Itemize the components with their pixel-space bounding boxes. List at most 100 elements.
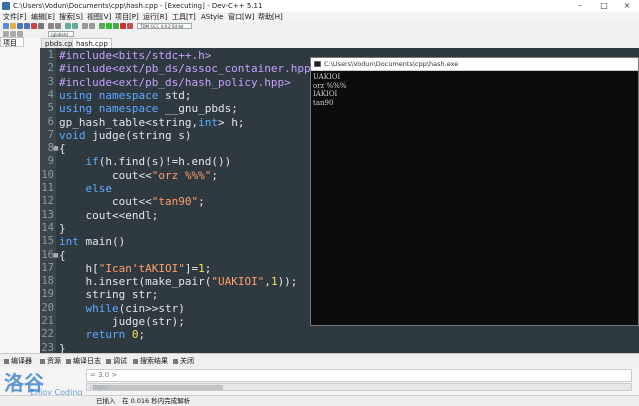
debug-icon[interactable] bbox=[127, 23, 133, 29]
undo-icon[interactable] bbox=[48, 23, 54, 29]
file-tab-hash[interactable]: hash.cpp bbox=[72, 38, 112, 48]
menu-astyle[interactable]: AStyle bbox=[201, 12, 223, 22]
open-file-icon[interactable] bbox=[10, 23, 16, 29]
fold-marker-icon[interactable]: ■ bbox=[53, 145, 59, 152]
resources-icon bbox=[40, 358, 45, 364]
line-number: 16 bbox=[41, 248, 54, 261]
console-output-line: orz %%% bbox=[313, 81, 347, 90]
compiler-icon bbox=[4, 358, 9, 364]
tab-resources[interactable]: 资源 bbox=[40, 354, 61, 368]
console-output-line: UAKIOI bbox=[313, 73, 341, 81]
code-line-3: #include<ext/pb_ds/hash_policy.hpp> bbox=[59, 75, 291, 89]
minimize-button[interactable]: – bbox=[568, 0, 592, 12]
close-button[interactable]: × bbox=[615, 0, 639, 12]
save-icon[interactable] bbox=[17, 23, 23, 29]
menu-search[interactable]: 搜索[S] bbox=[59, 12, 83, 22]
tab-search-results-label: 搜索结果 bbox=[140, 357, 168, 365]
bottom-panel: = 3.0 > 洛谷 Enjoy Coding uogu bbox=[0, 367, 639, 397]
bottom-scrollbar[interactable] bbox=[86, 383, 632, 391]
line-number: 4 bbox=[47, 88, 54, 101]
line-number: 15 bbox=[41, 235, 54, 248]
line-number: 8 bbox=[47, 142, 54, 155]
close-file-icon[interactable] bbox=[31, 23, 37, 29]
fold-marker-icon[interactable]: ■ bbox=[53, 252, 59, 259]
menu-window[interactable]: 窗口[W] bbox=[228, 12, 254, 22]
code-line-20: while(cin>>str) bbox=[85, 301, 185, 315]
tab-compiler-label: 编译器 bbox=[11, 357, 32, 365]
compile-run-icon[interactable] bbox=[113, 23, 119, 29]
redo-icon[interactable] bbox=[55, 23, 61, 29]
tab-close-label: 关闭 bbox=[180, 357, 194, 365]
code-line-17: h["Ican'tAKIOI"]=1; bbox=[59, 261, 212, 275]
print-icon[interactable] bbox=[38, 23, 44, 29]
new-file-icon[interactable] bbox=[3, 23, 9, 29]
code-line-1: #include<bits/stdc++.h> bbox=[59, 49, 212, 62]
line-number: 18 bbox=[41, 275, 54, 288]
code-line-18: h.insert(make_pair("UAKIOI",1)); bbox=[59, 275, 298, 289]
menu-run[interactable]: 运行[R] bbox=[143, 12, 167, 22]
line-number: 6 bbox=[47, 115, 54, 128]
close-panel-icon bbox=[173, 358, 178, 364]
console-icon bbox=[314, 61, 321, 67]
line-number: 1 bbox=[47, 49, 54, 61]
compile-log-icon bbox=[66, 358, 71, 364]
faint-text: uogu bbox=[90, 383, 108, 391]
tab-debug[interactable]: 调试 bbox=[106, 354, 127, 368]
menu-project[interactable]: 项目[P] bbox=[115, 12, 139, 22]
code-line-16: { bbox=[59, 248, 66, 262]
menu-edit[interactable]: 编辑[E] bbox=[31, 12, 55, 22]
menu-file[interactable]: 文件[F] bbox=[3, 12, 27, 22]
line-number: 12 bbox=[41, 195, 54, 208]
run-icon[interactable] bbox=[106, 23, 112, 29]
tab-compiler[interactable]: 编译器 bbox=[4, 354, 32, 368]
code-line-7: void judge(string s) bbox=[59, 128, 192, 142]
tab-close[interactable]: 关闭 bbox=[173, 354, 194, 368]
devcpp-app-icon bbox=[2, 2, 10, 10]
code-line-5: using namespace __gnu_pbds; bbox=[59, 102, 238, 116]
project-panel bbox=[0, 38, 41, 353]
project-tab-label: 项目 bbox=[3, 39, 17, 47]
line-number: 2 bbox=[47, 62, 54, 75]
line-number: 10 bbox=[41, 168, 54, 181]
tab-debug-label: 调试 bbox=[113, 357, 127, 365]
line-number: 14 bbox=[41, 221, 54, 234]
code-line-21: judge(str); bbox=[59, 315, 185, 328]
line-number: 9 bbox=[47, 155, 54, 168]
console-output-line: tan90 bbox=[313, 98, 334, 107]
code-line-8: { bbox=[59, 142, 66, 156]
replace-icon[interactable] bbox=[72, 23, 78, 29]
compile-icon[interactable] bbox=[99, 23, 105, 29]
code-line-14: } bbox=[59, 221, 66, 235]
compile-output-box[interactable]: = 3.0 > bbox=[86, 369, 632, 382]
line-number: 23 bbox=[41, 341, 54, 353]
menu-tools[interactable]: 工具[T] bbox=[172, 12, 196, 22]
find-icon[interactable] bbox=[65, 23, 71, 29]
menu-help[interactable]: 帮助[H] bbox=[258, 12, 283, 22]
stop-icon[interactable] bbox=[120, 23, 126, 29]
project-tab[interactable]: 项目 bbox=[0, 37, 24, 47]
unindent-icon[interactable] bbox=[89, 23, 95, 29]
indent-icon[interactable] bbox=[82, 23, 88, 29]
code-line-12: cout<<"tan90"; bbox=[59, 195, 205, 209]
compile-output-text: = 3.0 > bbox=[90, 371, 118, 379]
window-title: C:\Users\Vodun\Documents\cpp\hash.cpp - … bbox=[13, 2, 263, 10]
tab-resources-label: 资源 bbox=[47, 357, 61, 365]
tab-compile-log[interactable]: 编译日志 bbox=[66, 354, 101, 368]
code-line-9: if(h.find(s)!=h.end()) bbox=[85, 155, 232, 169]
compiler-select[interactable]: TDM-GCC 4.9.2 64-bit Release bbox=[137, 23, 192, 35]
menu-view[interactable]: 视图[V] bbox=[87, 12, 111, 22]
code-line-13: cout<<endl; bbox=[59, 208, 159, 222]
code-line-6: gp_hash_table<string,int> h; bbox=[59, 115, 245, 129]
console-window[interactable]: C:\Users\Vodun\Documents\cpp\hash.exe UA… bbox=[310, 57, 639, 326]
maximize-button[interactable]: □ bbox=[592, 0, 616, 12]
line-number: 21 bbox=[41, 315, 54, 327]
scrollbar-thumb[interactable] bbox=[93, 385, 223, 390]
console-title-bar: C:\Users\Vodun\Documents\cpp\hash.exe bbox=[311, 58, 638, 71]
code-line-15: int main() bbox=[59, 235, 126, 249]
tab-search-results[interactable]: 搜索结果 bbox=[133, 354, 168, 368]
save-all-icon[interactable] bbox=[24, 23, 30, 29]
code-line-19: string str; bbox=[59, 288, 159, 302]
line-number: 3 bbox=[47, 75, 54, 88]
bottom-tab-bar: 编译器 资源 编译日志 调试 搜索结果 关闭 bbox=[0, 353, 639, 368]
console-title: C:\Users\Vodun\Documents\cpp\hash.exe bbox=[324, 60, 459, 68]
